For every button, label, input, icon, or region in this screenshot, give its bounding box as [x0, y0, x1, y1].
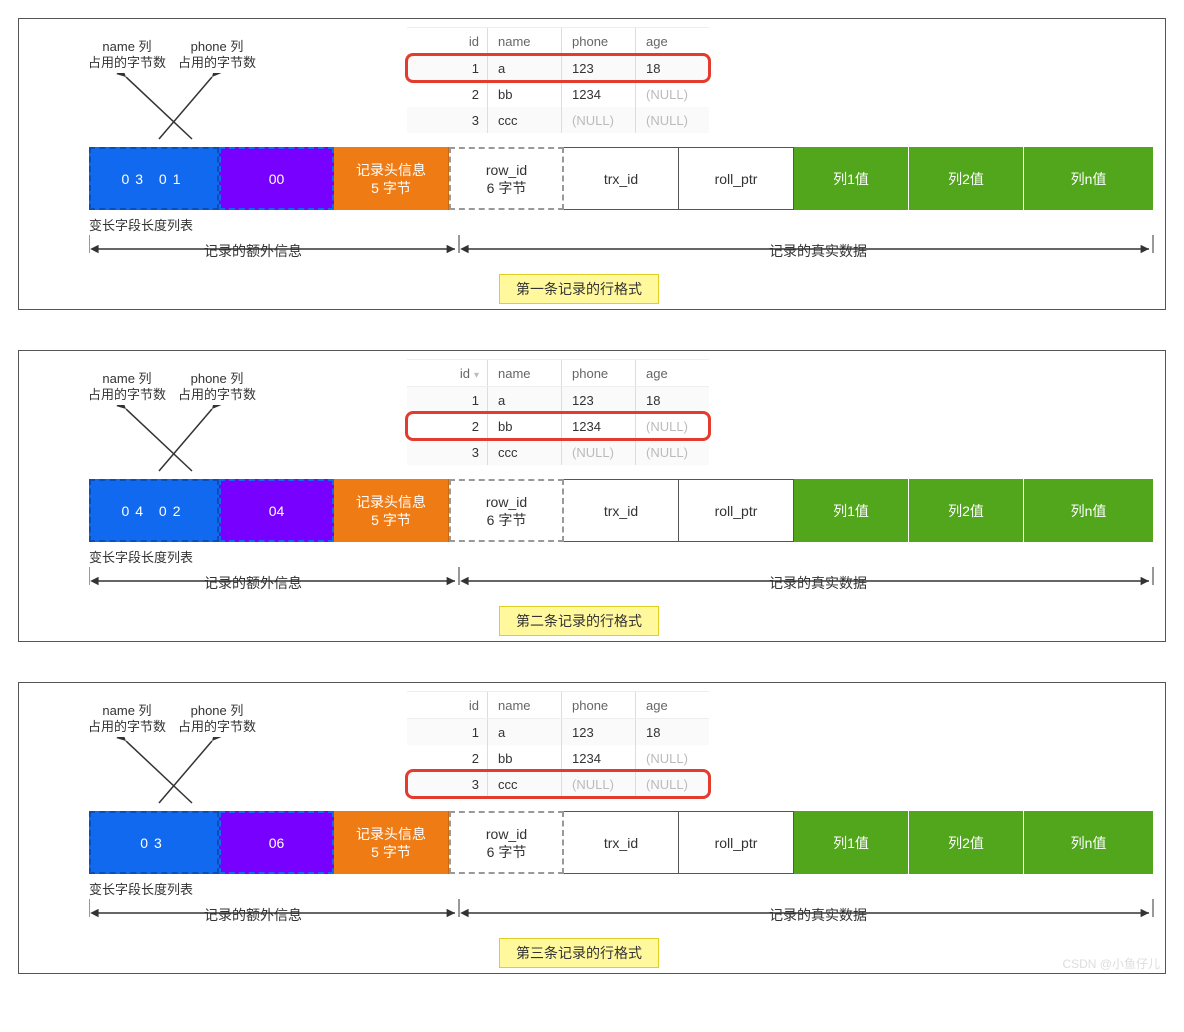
record-header-cell: 记录头信息5 字节 [334, 479, 449, 542]
null-bitmap-cell: 00 [219, 147, 334, 210]
real-data-label: 记录的真实数据 [769, 241, 867, 261]
col-header-phone: phone [562, 28, 636, 55]
trx-id-cell: trx_id [564, 147, 679, 210]
real-data-label: 记录的真实数据 [769, 573, 867, 593]
col2-cell: 列2值 [909, 811, 1024, 874]
record-extent-brace: 记录的额外信息 记录的真实数据 [89, 567, 1154, 599]
varlen-bytes-cell: 03 01 [89, 147, 219, 210]
varlen-bytes-cell: 03 [89, 811, 219, 874]
varlen-bytes-cell: 04 02 [89, 479, 219, 542]
varlen-list-label: 变长字段长度列表 [89, 215, 193, 234]
real-data-label: 记录的真实数据 [769, 905, 867, 925]
name-bytes-label: name 列占用的字节数 [84, 39, 170, 71]
col1-cell: 列1值 [794, 811, 909, 874]
table-row: 3ccc(NULL)(NULL) [407, 771, 709, 797]
name-bytes-label: name 列占用的字节数 [84, 703, 170, 735]
table-row: 2bb1234(NULL) [407, 81, 709, 107]
row-id-cell: row_id6 字节 [449, 811, 564, 874]
col-header-name: name [488, 28, 562, 55]
extra-info-label: 记录的额外信息 [204, 905, 302, 925]
record-panel-1: name 列占用的字节数phone 列占用的字节数 idnamephoneage1… [18, 18, 1166, 310]
column-byte-annotation: name 列占用的字节数phone 列占用的字节数 [84, 371, 294, 461]
col-header-id: id [407, 692, 488, 719]
col2-cell: 列2值 [909, 479, 1024, 542]
trx-id-cell: trx_id [564, 479, 679, 542]
panel-caption: 第三条记录的行格式 [499, 938, 659, 968]
row-id-cell: row_id6 字节 [449, 479, 564, 542]
record-extent-brace: 记录的额外信息 记录的真实数据 [89, 235, 1154, 267]
panel-caption: 第二条记录的行格式 [499, 606, 659, 636]
col-header-id: id▾ [407, 360, 488, 387]
table-row: 3ccc(NULL)(NULL) [407, 107, 709, 133]
coln-cell: 列n值 [1024, 811, 1154, 874]
col-header-name: name [488, 360, 562, 387]
name-bytes-label: name 列占用的字节数 [84, 371, 170, 403]
sample-data-table: id▾namephoneage1a123182bb1234(NULL)3ccc(… [407, 359, 709, 465]
table-row: 1a12318 [407, 55, 709, 82]
record-header-cell: 记录头信息5 字节 [334, 811, 449, 874]
table-row: 1a12318 [407, 719, 709, 746]
col1-cell: 列1值 [794, 479, 909, 542]
col-header-name: name [488, 692, 562, 719]
col1-cell: 列1值 [794, 147, 909, 210]
phone-bytes-label: phone 列占用的字节数 [174, 703, 260, 735]
phone-bytes-label: phone 列占用的字节数 [174, 371, 260, 403]
table-row: 1a12318 [407, 387, 709, 414]
row-id-cell: row_id6 字节 [449, 147, 564, 210]
sample-data-table: idnamephoneage1a123182bb1234(NULL)3ccc(N… [407, 691, 709, 797]
table-row: 2bb1234(NULL) [407, 745, 709, 771]
extra-info-label: 记录的额外信息 [204, 241, 302, 261]
trx-id-cell: trx_id [564, 811, 679, 874]
col-header-age: age [636, 360, 710, 387]
record-layout-row: 0306记录头信息5 字节row_id6 字节trx_idroll_ptr列1值… [89, 811, 1154, 874]
record-panel-2: name 列占用的字节数phone 列占用的字节数 id▾namephoneage… [18, 350, 1166, 642]
null-bitmap-cell: 06 [219, 811, 334, 874]
record-layout-row: 04 0204记录头信息5 字节row_id6 字节trx_idroll_ptr… [89, 479, 1154, 542]
column-byte-annotation: name 列占用的字节数phone 列占用的字节数 [84, 703, 294, 793]
col-header-phone: phone [562, 692, 636, 719]
varlen-list-label: 变长字段长度列表 [89, 547, 193, 566]
col-header-age: age [636, 28, 710, 55]
table-row: 3ccc(NULL)(NULL) [407, 439, 709, 465]
varlen-list-label: 变长字段长度列表 [89, 879, 193, 898]
coln-cell: 列n值 [1024, 147, 1154, 210]
record-panel-3: name 列占用的字节数phone 列占用的字节数 idnamephoneage1… [18, 682, 1166, 974]
sample-data-table: idnamephoneage1a123182bb1234(NULL)3ccc(N… [407, 27, 709, 133]
record-header-cell: 记录头信息5 字节 [334, 147, 449, 210]
roll-ptr-cell: roll_ptr [679, 147, 794, 210]
col-header-id: id [407, 28, 488, 55]
phone-bytes-label: phone 列占用的字节数 [174, 39, 260, 71]
col-header-phone: phone [562, 360, 636, 387]
column-byte-annotation: name 列占用的字节数phone 列占用的字节数 [84, 39, 294, 129]
null-bitmap-cell: 04 [219, 479, 334, 542]
extra-info-label: 记录的额外信息 [204, 573, 302, 593]
table-row: 2bb1234(NULL) [407, 413, 709, 439]
col2-cell: 列2值 [909, 147, 1024, 210]
panel-caption: 第一条记录的行格式 [499, 274, 659, 304]
sort-indicator-icon: ▾ [474, 370, 479, 381]
record-layout-row: 03 0100记录头信息5 字节row_id6 字节trx_idroll_ptr… [89, 147, 1154, 210]
coln-cell: 列n值 [1024, 479, 1154, 542]
roll-ptr-cell: roll_ptr [679, 811, 794, 874]
watermark: CSDN @小鱼仔儿 [1062, 955, 1160, 972]
col-header-age: age [636, 692, 710, 719]
record-extent-brace: 记录的额外信息 记录的真实数据 [89, 899, 1154, 931]
roll-ptr-cell: roll_ptr [679, 479, 794, 542]
